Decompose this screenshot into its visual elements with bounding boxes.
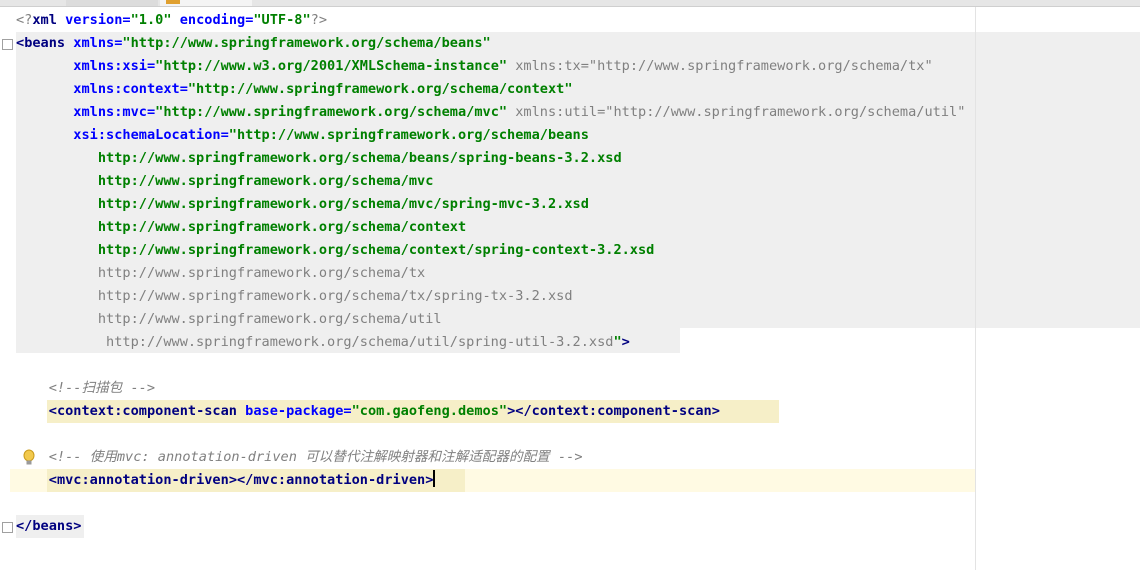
code-line-13: http://www.springframework.org/schema/tx… — [97, 288, 573, 304]
code-line-15: http://www.springframework.org/schema/ut… — [106, 334, 630, 350]
editor-tab-bar — [0, 0, 1140, 7]
code-line-20: <!-- 使用mvc: annotation-driven 可以替代注解映射器和… — [48, 449, 583, 465]
code-line-10: http://www.springframework.org/schema/co… — [97, 219, 467, 235]
code-line-3: xmlns:xsi="http://www.w3.org/2001/XMLSch… — [73, 58, 933, 74]
code-line-6: xsi:schemaLocation="http://www.springfra… — [73, 127, 589, 143]
code-line-23: </beans> — [16, 518, 82, 534]
code-line-8: http://www.springframework.org/schema/mv… — [97, 173, 434, 189]
code-line-9: http://www.springframework.org/schema/mv… — [97, 196, 589, 212]
xml-file-icon — [166, 0, 180, 4]
code-line-21: <mvc:annotation-driven></mvc:annotation-… — [48, 470, 436, 488]
code-line-12: http://www.springframework.org/schema/tx — [97, 265, 426, 281]
code-line-4: xmlns:context="http://www.springframewor… — [73, 81, 573, 97]
fold-toggle-icon[interactable] — [2, 522, 13, 533]
code-line-7: http://www.springframework.org/schema/be… — [97, 150, 622, 166]
fold-toggle-icon[interactable] — [2, 39, 13, 50]
right-margin-guide — [975, 7, 976, 570]
code-line-2: <beans xmlns="http://www.springframework… — [16, 35, 491, 51]
code-line-11: http://www.springframework.org/schema/co… — [97, 242, 655, 258]
code-line-1: <?xml version="1.0" encoding="UTF-8"?> — [16, 12, 328, 28]
code-line-17: <!--扫描包 --> — [48, 380, 156, 396]
code-line-14: http://www.springframework.org/schema/ut… — [97, 311, 442, 327]
text-caret — [433, 470, 436, 487]
editor-tab[interactable] — [66, 0, 158, 6]
code-line-5: xmlns:mvc="http://www.springframework.or… — [73, 104, 966, 120]
code-line-18: <context:component-scan base-package="co… — [48, 403, 720, 419]
